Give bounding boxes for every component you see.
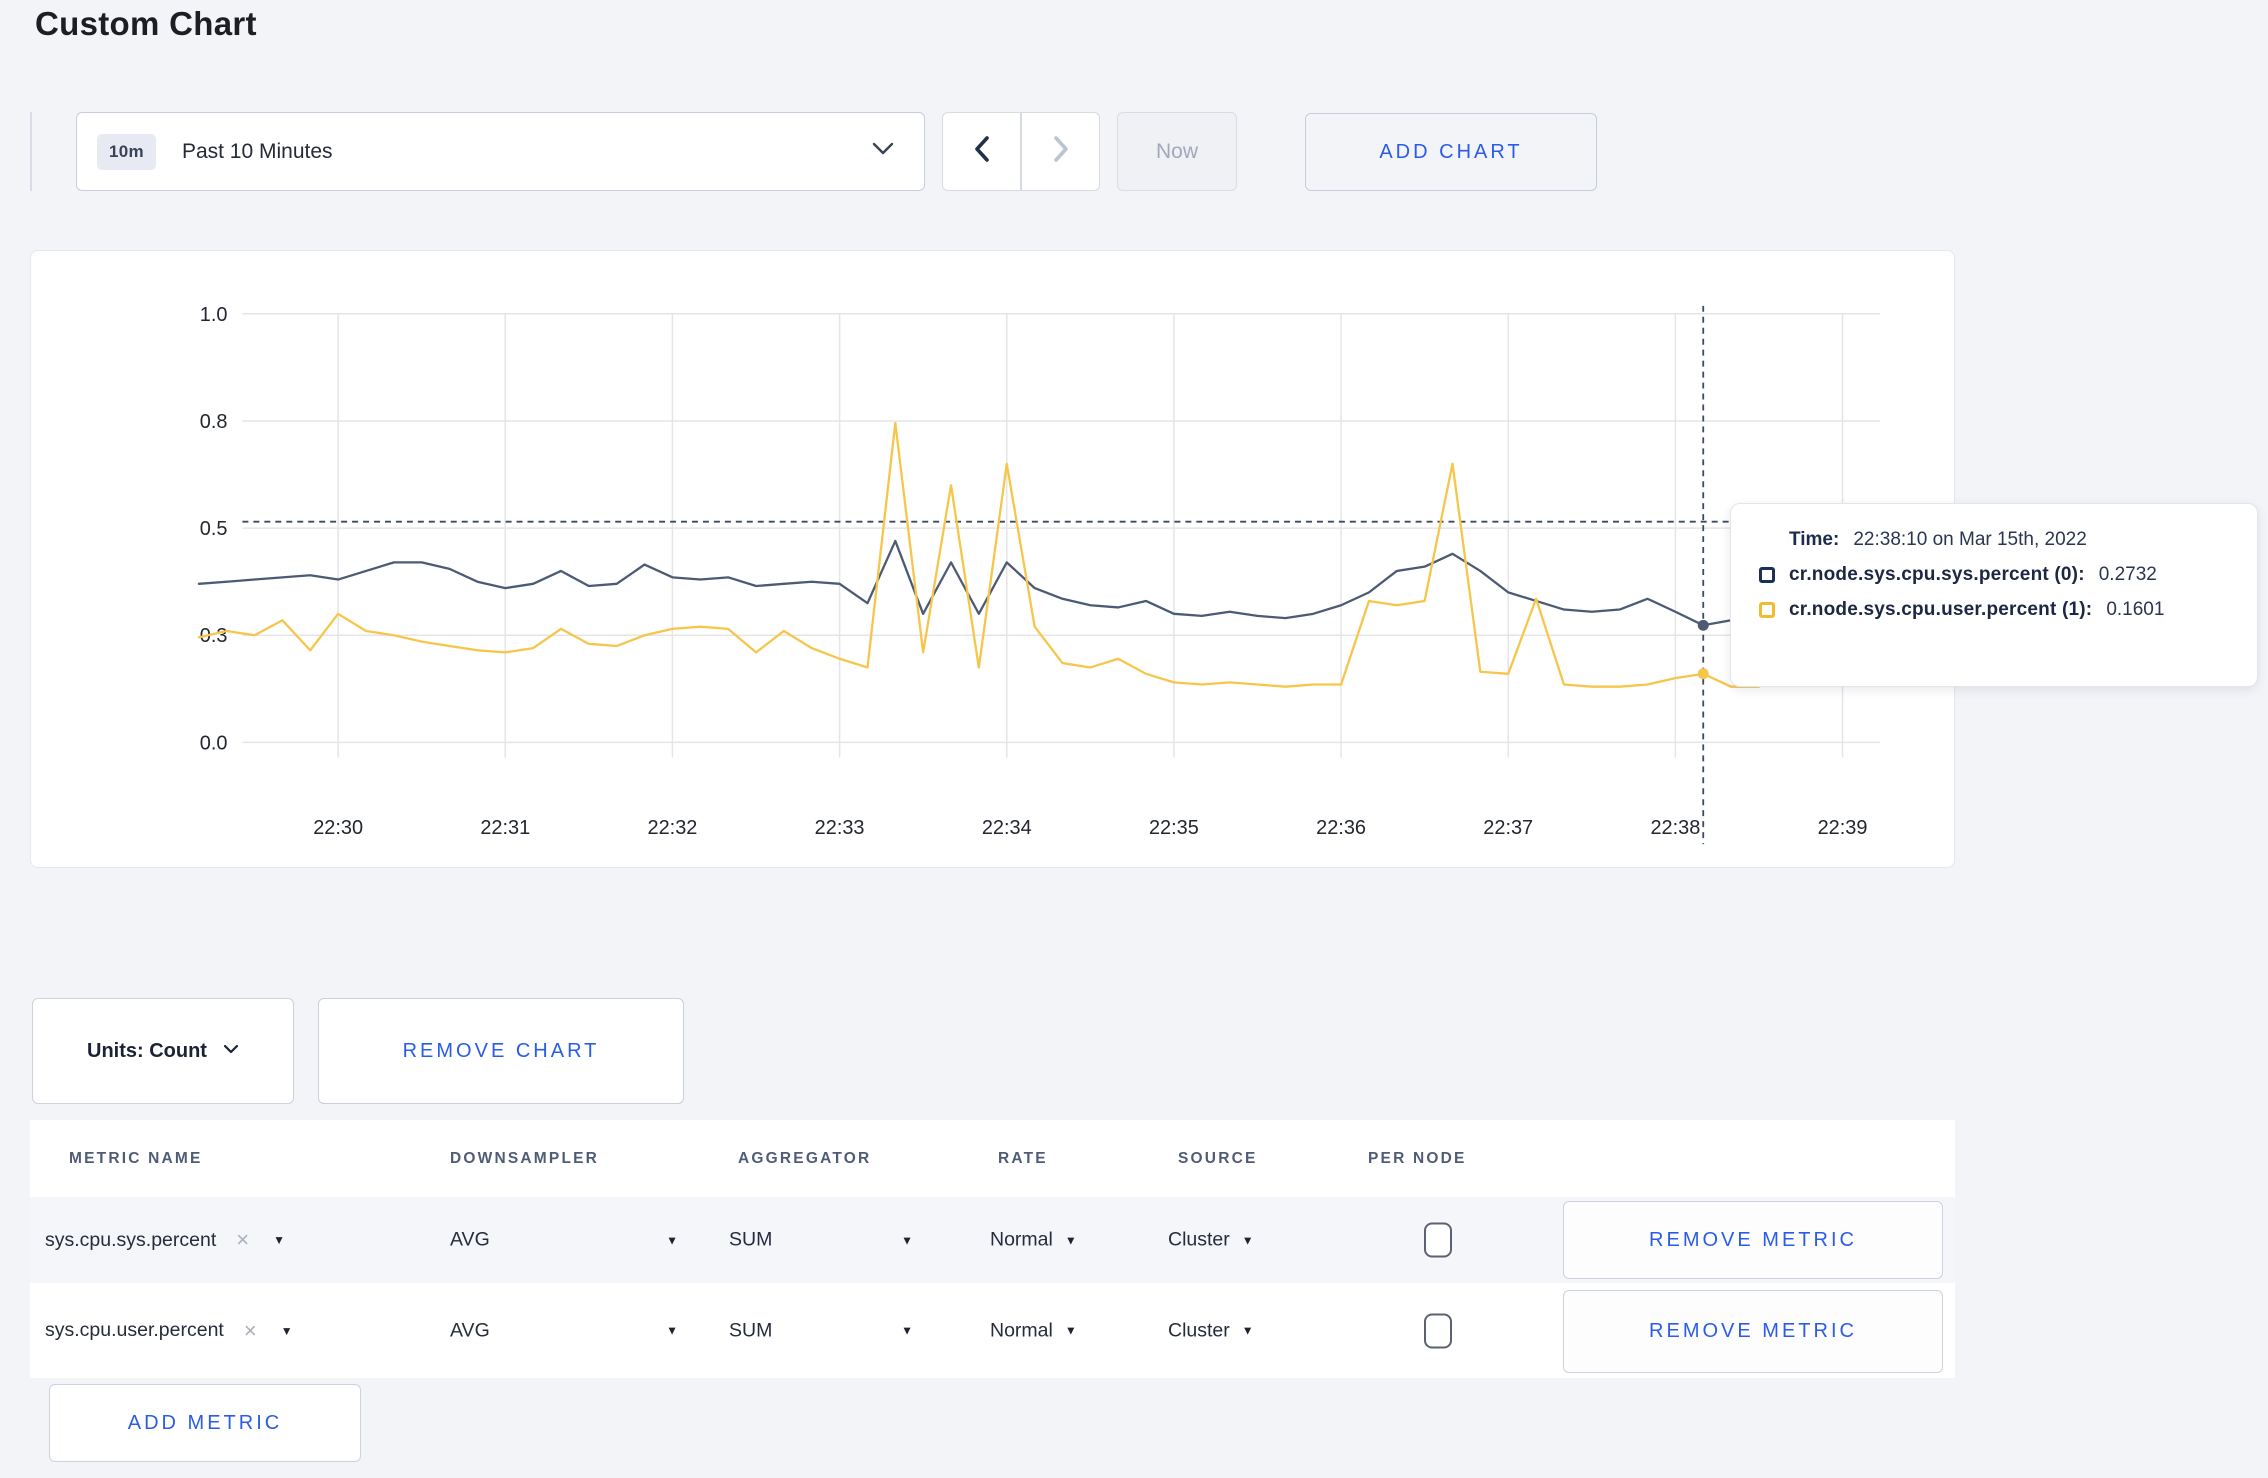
caret-down-icon[interactable]: ▼ xyxy=(273,1233,285,1247)
caret-down-icon: ▼ xyxy=(901,1323,913,1338)
units-label: Units: Count xyxy=(87,1039,207,1062)
chevron-down-icon xyxy=(872,142,894,161)
chevron-right-icon xyxy=(1051,135,1071,168)
downsampler-select[interactable]: AVG ▼ xyxy=(450,1229,678,1252)
chevron-left-icon xyxy=(972,135,992,168)
remove-chart-button[interactable]: REMOVE CHART xyxy=(318,998,684,1104)
time-nav-group xyxy=(942,112,1100,191)
tooltip-series-row: cr.node.sys.cpu.sys.percent (0): 0.2732 xyxy=(1759,564,2233,586)
svg-text:22:33: 22:33 xyxy=(815,817,865,839)
aggregator-select[interactable]: SUM ▼ xyxy=(729,1319,913,1342)
svg-text:22:32: 22:32 xyxy=(648,817,698,839)
toolbar-left-divider xyxy=(30,112,32,191)
metric-name-value: sys.cpu.user.percent xyxy=(45,1319,224,1341)
tooltip-series-value: 0.1601 xyxy=(2106,599,2165,620)
downsampler-value: AVG xyxy=(450,1228,490,1251)
col-header-aggregator: AGGREGATOR xyxy=(738,1149,872,1167)
col-header-source: SOURCE xyxy=(1178,1149,1258,1167)
caret-down-icon: ▼ xyxy=(1064,1323,1077,1338)
source-value: Cluster xyxy=(1168,1228,1230,1251)
metric-name-select[interactable]: sys.cpu.sys.percent × ▼ xyxy=(45,1227,285,1253)
source-select[interactable]: Cluster ▼ xyxy=(1168,1319,1254,1342)
time-range-badge: 10m xyxy=(97,133,156,170)
aggregator-value: SUM xyxy=(729,1319,773,1341)
prev-time-button[interactable] xyxy=(942,112,1021,191)
svg-text:22:36: 22:36 xyxy=(1316,817,1366,839)
metric-name-value: sys.cpu.sys.percent xyxy=(45,1228,217,1251)
svg-text:22:31: 22:31 xyxy=(480,817,530,839)
time-range-label: Past 10 Minutes xyxy=(181,139,333,163)
timeseries-chart: 0.00.30.50.81.022:30 22:31 22:32 22:33 22:34… xyxy=(197,304,1881,845)
time-range-dropdown[interactable]: 10m Past 10 Minutes xyxy=(76,112,925,191)
tooltip-time-row: Time: 22:38:10 on Mar 15th, 2022 xyxy=(1759,529,2233,551)
caret-down-icon: ▼ xyxy=(901,1233,913,1247)
chevron-down-icon xyxy=(223,1042,239,1060)
svg-text:22:34: 22:34 xyxy=(982,817,1032,839)
remove-metric-button[interactable]: REMOVE METRIC xyxy=(1563,1201,1943,1279)
per-node-cell xyxy=(1424,1313,1452,1348)
source-value: Cluster xyxy=(1168,1319,1230,1341)
clear-metric-icon[interactable]: × xyxy=(244,1318,257,1344)
metrics-table-header: METRIC NAME DOWNSAMPLER AGGREGATOR RATE … xyxy=(30,1120,1955,1197)
metric-name-select[interactable]: sys.cpu.user.percent × ▼ xyxy=(45,1318,293,1344)
caret-down-icon: ▼ xyxy=(1241,1233,1254,1247)
source-select[interactable]: Cluster ▼ xyxy=(1168,1229,1254,1252)
add-metric-button[interactable]: ADD METRIC xyxy=(49,1384,361,1462)
col-header-downsampler: DOWNSAMPLER xyxy=(450,1149,600,1167)
col-header-rate: RATE xyxy=(998,1149,1048,1167)
svg-text:0.8: 0.8 xyxy=(200,411,228,433)
chart-tooltip: Time: 22:38:10 on Mar 15th, 2022 cr.node… xyxy=(1730,503,2258,687)
next-time-button[interactable] xyxy=(1021,112,1100,191)
svg-text:0.5: 0.5 xyxy=(200,518,228,540)
remove-metric-button[interactable]: REMOVE METRIC xyxy=(1563,1290,1943,1373)
tooltip-time-label: Time: xyxy=(1789,529,1840,550)
chart-panel[interactable]: 0.0 0.3 0.5 0.8 1.0 22:30 22:31 22:32 22:33 22:34… xyxy=(30,250,1955,868)
tooltip-series-value: 0.2732 xyxy=(2098,564,2157,585)
svg-text:0.0: 0.0 xyxy=(200,732,228,754)
svg-text:22:38: 22:38 xyxy=(1650,817,1700,839)
rate-value: Normal xyxy=(990,1319,1053,1341)
per-node-checkbox[interactable] xyxy=(1424,1313,1452,1348)
svg-text:22:35: 22:35 xyxy=(1149,817,1199,839)
page-title: Custom Chart xyxy=(35,5,257,42)
metric-row: sys.cpu.sys.percent × ▼ AVG ▼ SUM ▼ Norm… xyxy=(30,1197,1955,1283)
caret-down-icon: ▼ xyxy=(1241,1323,1254,1338)
svg-text:22:30: 22:30 xyxy=(313,817,363,839)
svg-text:1.0: 1.0 xyxy=(200,304,228,326)
caret-down-icon: ▼ xyxy=(1064,1233,1077,1247)
rate-value: Normal xyxy=(990,1228,1053,1251)
tooltip-series-row: cr.node.sys.cpu.user.percent (1): 0.1601 xyxy=(1759,599,2233,621)
tooltip-series-label: cr.node.sys.cpu.sys.percent (0): xyxy=(1789,564,2085,585)
caret-down-icon: ▼ xyxy=(666,1323,678,1338)
rate-select[interactable]: Normal ▼ xyxy=(990,1229,1077,1252)
downsampler-select[interactable]: AVG ▼ xyxy=(450,1319,678,1342)
now-button[interactable]: Now xyxy=(1117,112,1237,191)
tooltip-time-value: 22:38:10 on Mar 15th, 2022 xyxy=(1853,529,2087,550)
units-dropdown[interactable]: Units: Count xyxy=(32,998,294,1104)
caret-down-icon[interactable]: ▼ xyxy=(281,1324,293,1338)
aggregator-value: SUM xyxy=(729,1228,773,1251)
per-node-cell xyxy=(1424,1222,1452,1258)
col-header-per-node: PER NODE xyxy=(1368,1149,1467,1167)
aggregator-select[interactable]: SUM ▼ xyxy=(729,1229,913,1252)
caret-down-icon: ▼ xyxy=(666,1233,678,1247)
svg-text:22:39: 22:39 xyxy=(1818,817,1868,839)
sys-series-swatch-icon xyxy=(1759,567,1775,583)
add-chart-button[interactable]: ADD CHART xyxy=(1305,113,1597,191)
per-node-checkbox[interactable] xyxy=(1424,1222,1452,1258)
downsampler-value: AVG xyxy=(450,1319,490,1341)
tooltip-series-label: cr.node.sys.cpu.user.percent (1): xyxy=(1789,599,2093,620)
rate-select[interactable]: Normal ▼ xyxy=(990,1319,1077,1342)
col-header-metric-name: METRIC NAME xyxy=(69,1149,203,1167)
user-series-swatch-icon xyxy=(1759,602,1775,618)
svg-text:22:37: 22:37 xyxy=(1483,817,1533,839)
clear-metric-icon[interactable]: × xyxy=(236,1227,249,1253)
metric-row: sys.cpu.user.percent × ▼ AVG ▼ SUM ▼ Nor… xyxy=(30,1283,1955,1378)
